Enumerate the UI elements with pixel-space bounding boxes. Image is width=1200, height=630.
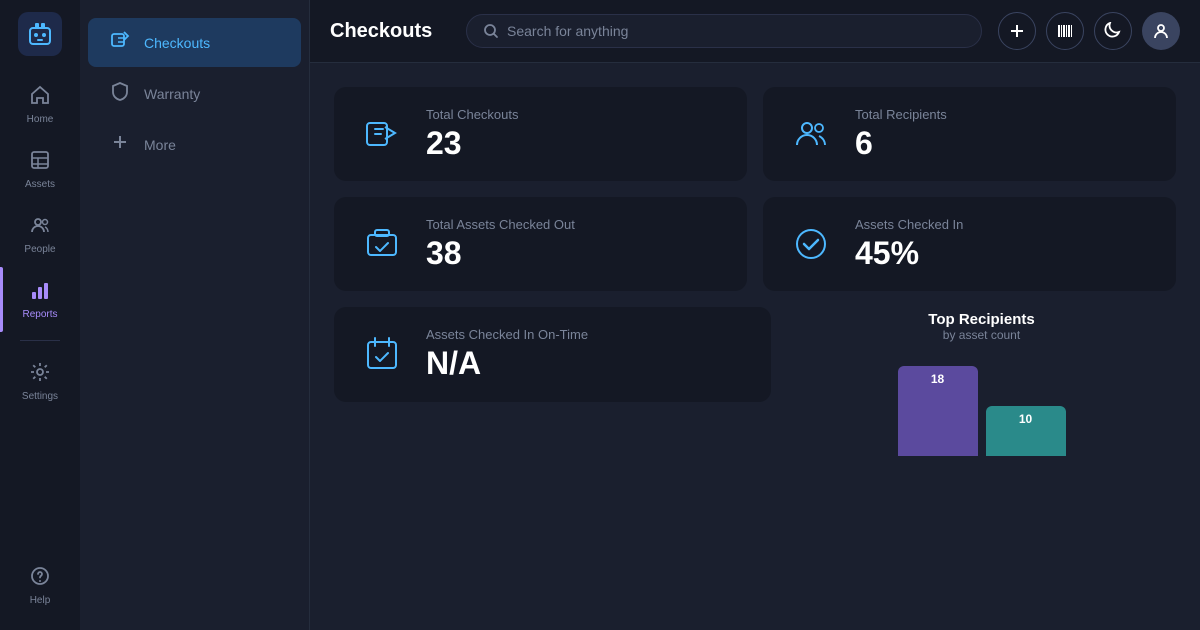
secondary-item-checkouts[interactable]: Checkouts (88, 18, 301, 67)
search-icon (483, 23, 499, 39)
dark-mode-button[interactable] (1094, 12, 1132, 50)
assets-checked-in-icon (787, 220, 835, 268)
bar-2: 10 (986, 406, 1066, 456)
stat-card-total-checkouts: Total Checkouts 23 (334, 87, 747, 181)
chart-title: Top Recipients (928, 311, 1034, 328)
search-bar[interactable] (466, 14, 982, 48)
user-icon (1152, 22, 1170, 40)
total-recipients-icon (787, 110, 835, 158)
page-title: Checkouts (330, 20, 450, 43)
warranty-icon (108, 81, 132, 106)
reports-icon (29, 279, 51, 305)
content-area: Total Checkouts 23 Total Recipients 6 (310, 63, 1200, 630)
barcode-icon (1056, 22, 1074, 40)
total-checkouts-info: Total Checkouts 23 (426, 107, 519, 161)
stat-card-checked-in-ontime: Assets Checked In On-Time N/A (334, 307, 771, 401)
assets-checked-in-label: Assets Checked In (855, 217, 963, 232)
stat-card-assets-checked-in: Assets Checked In 45% (763, 197, 1176, 291)
people-icon (29, 214, 51, 240)
secondary-label-checkouts: Checkouts (144, 35, 210, 51)
stat-card-assets-checked-out: Total Assets Checked Out 38 (334, 197, 747, 291)
bar-1-value: 18 (931, 372, 944, 386)
secondary-label-warranty: Warranty (144, 86, 200, 102)
nav-item-help[interactable]: Help (0, 553, 80, 618)
total-checkouts-value: 23 (426, 126, 519, 161)
assets-icon (29, 149, 51, 175)
secondary-item-more[interactable]: More (88, 120, 301, 169)
assets-checked-out-value: 38 (426, 236, 575, 271)
nav-label-help: Help (30, 595, 51, 606)
nav-item-people[interactable]: People (0, 202, 80, 267)
nav-item-reports[interactable]: Reports (0, 267, 80, 332)
app-logo[interactable] (18, 12, 62, 56)
bar-chart: 18 10 (898, 356, 1066, 456)
total-checkouts-label: Total Checkouts (426, 107, 519, 122)
total-recipients-info: Total Recipients 6 (855, 107, 947, 161)
checked-in-ontime-info: Assets Checked In On-Time N/A (426, 327, 588, 381)
assets-checked-in-value: 45% (855, 236, 963, 271)
nav-label-assets: Assets (25, 179, 55, 190)
checked-in-ontime-value: N/A (426, 346, 588, 381)
stats-grid-row1: Total Checkouts 23 Total Recipients 6 (334, 87, 1176, 181)
add-button[interactable] (998, 12, 1036, 50)
search-input[interactable] (507, 23, 965, 39)
main-content: Checkouts (310, 0, 1200, 630)
total-checkouts-icon (358, 110, 406, 158)
secondary-item-warranty[interactable]: Warranty (88, 69, 301, 118)
assets-checked-out-icon (358, 220, 406, 268)
total-recipients-label: Total Recipients (855, 107, 947, 122)
stat-card-total-recipients: Total Recipients 6 (763, 87, 1176, 181)
bar-1: 18 (898, 366, 978, 456)
nav-label-reports: Reports (22, 309, 57, 320)
more-icon (108, 132, 132, 157)
header-actions (998, 12, 1180, 50)
assets-checked-in-info: Assets Checked In 45% (855, 217, 963, 271)
secondary-sidebar: Checkouts Warranty More (80, 0, 310, 630)
assets-checked-out-info: Total Assets Checked Out 38 (426, 217, 575, 271)
assets-checked-out-label: Total Assets Checked Out (426, 217, 575, 232)
chart-subtitle: by asset count (943, 328, 1020, 342)
checked-in-ontime-icon (358, 330, 406, 378)
nav-label-home: Home (27, 114, 54, 125)
checkouts-secondary-icon (108, 30, 132, 55)
total-recipients-value: 6 (855, 126, 947, 161)
chart-section: Top Recipients by asset count 18 10 (787, 307, 1176, 456)
settings-icon (29, 361, 51, 387)
nav-item-assets[interactable]: Assets (0, 137, 80, 202)
nav-divider (20, 340, 60, 341)
stats-grid-row2: Total Assets Checked Out 38 Assets Check… (334, 197, 1176, 291)
home-icon (29, 84, 51, 110)
nav-label-settings: Settings (22, 391, 58, 402)
checked-in-ontime-label: Assets Checked In On-Time (426, 327, 588, 342)
bar-2-value: 10 (1019, 412, 1032, 426)
plus-icon (1008, 22, 1026, 40)
nav-item-home[interactable]: Home (0, 72, 80, 137)
nav-item-settings[interactable]: Settings (0, 349, 80, 414)
icon-sidebar: Home Assets People (0, 0, 80, 630)
secondary-label-more: More (144, 137, 176, 153)
nav-label-people: People (24, 244, 55, 255)
moon-icon (1104, 22, 1122, 40)
barcode-button[interactable] (1046, 12, 1084, 50)
avatar-button[interactable] (1142, 12, 1180, 50)
header: Checkouts (310, 0, 1200, 63)
bottom-row: Assets Checked In On-Time N/A Top Recipi… (334, 307, 1176, 456)
help-icon (29, 565, 51, 591)
